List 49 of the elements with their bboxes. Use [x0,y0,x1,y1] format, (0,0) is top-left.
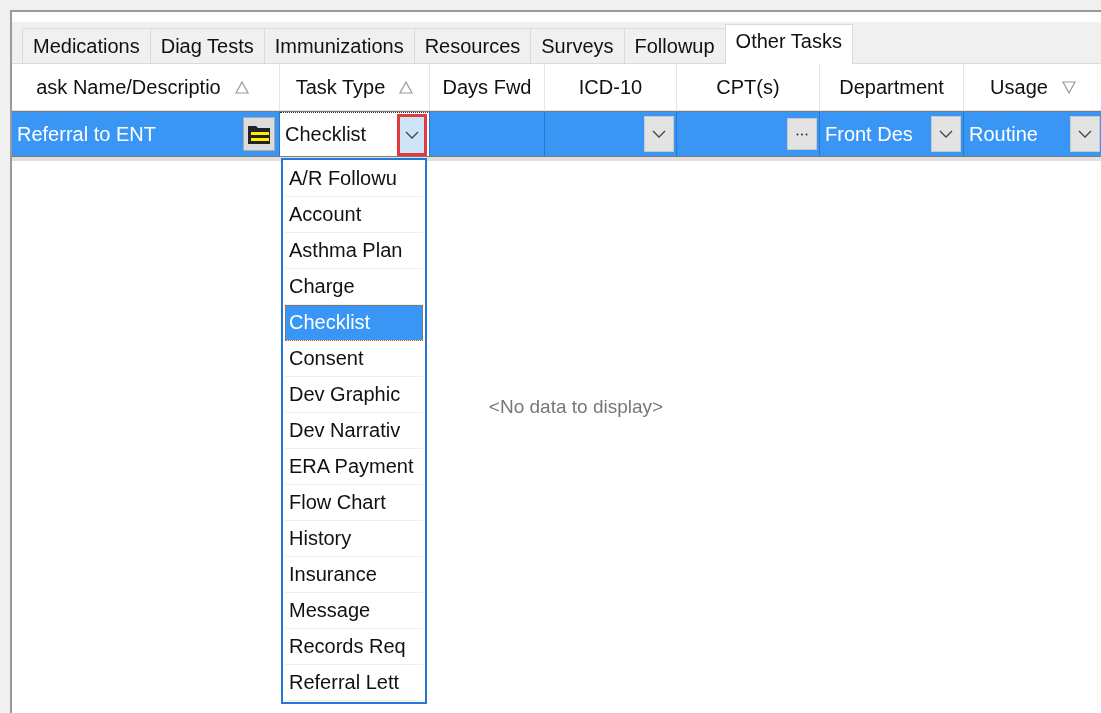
task-type-combo[interactable]: Checklist [280,112,430,156]
folder-button[interactable] [243,117,275,151]
sort-ascending-icon [399,80,414,94]
dropdown-option[interactable]: Asthma Plan [285,233,423,269]
cell-text: Front Des [825,122,913,146]
column-title: Days Fwd [442,75,532,99]
column-title: Task Type [295,75,386,99]
sort-descending-icon [1061,80,1076,94]
tab[interactable]: Medications [22,28,151,63]
chevron-down-icon [652,130,666,138]
dropdown-option[interactable]: Consent [285,341,423,377]
cell-text: Routine [969,122,1038,146]
dropdown-button[interactable] [397,113,427,156]
folder-icon [247,123,271,145]
dropdown-option[interactable]: Flow Chart [285,485,423,521]
dropdown-button[interactable] [644,116,674,152]
dropdown-option[interactable]: Account [285,197,423,233]
chevron-down-icon [939,130,953,138]
column-header[interactable]: Usage [964,64,1101,110]
column-header[interactable]: ICD-10 [545,64,677,110]
dropdown-option[interactable]: A/R Followu [285,161,423,197]
dropdown-option[interactable]: Message [285,593,423,629]
column-header[interactable]: Task Type [280,64,430,110]
dropdown-option[interactable]: Referral Lett [285,665,423,701]
column-title: Usage [990,75,1048,99]
cell-text: Referral to ENT [17,122,156,146]
sort-ascending-icon [234,80,249,94]
column-header[interactable]: ask Name/Descriptio [12,64,280,110]
dropdown-option[interactable]: Records Req [285,629,423,665]
column-header[interactable]: CPT(s) [677,64,820,110]
tab[interactable]: Other Tasks [724,24,853,64]
column-title: CPT(s) [716,75,780,99]
dropdown-button[interactable] [931,116,961,152]
column-header[interactable]: Days Fwd [430,64,545,110]
column-title: Department [839,75,944,99]
chevron-down-icon [1078,130,1092,138]
dropdown-button[interactable] [1070,116,1100,152]
column-header[interactable]: Department [820,64,964,110]
column-title: ask Name/Descriptio [36,75,221,99]
ellipsis-button[interactable] [787,118,817,150]
dropdown-option[interactable]: ERA Payment [285,449,423,485]
chevron-down-icon [405,130,419,139]
column-title: ICD-10 [578,75,643,99]
ellipsis-icon [796,132,808,136]
dropdown-option[interactable]: History [285,521,423,557]
dropdown-option[interactable]: Dev Narrativ [285,413,423,449]
dropdown-option[interactable]: Dev Graphic [285,377,423,413]
empty-message: <No data to display> [488,396,664,418]
dropdown-option[interactable]: Insurance [285,557,423,593]
